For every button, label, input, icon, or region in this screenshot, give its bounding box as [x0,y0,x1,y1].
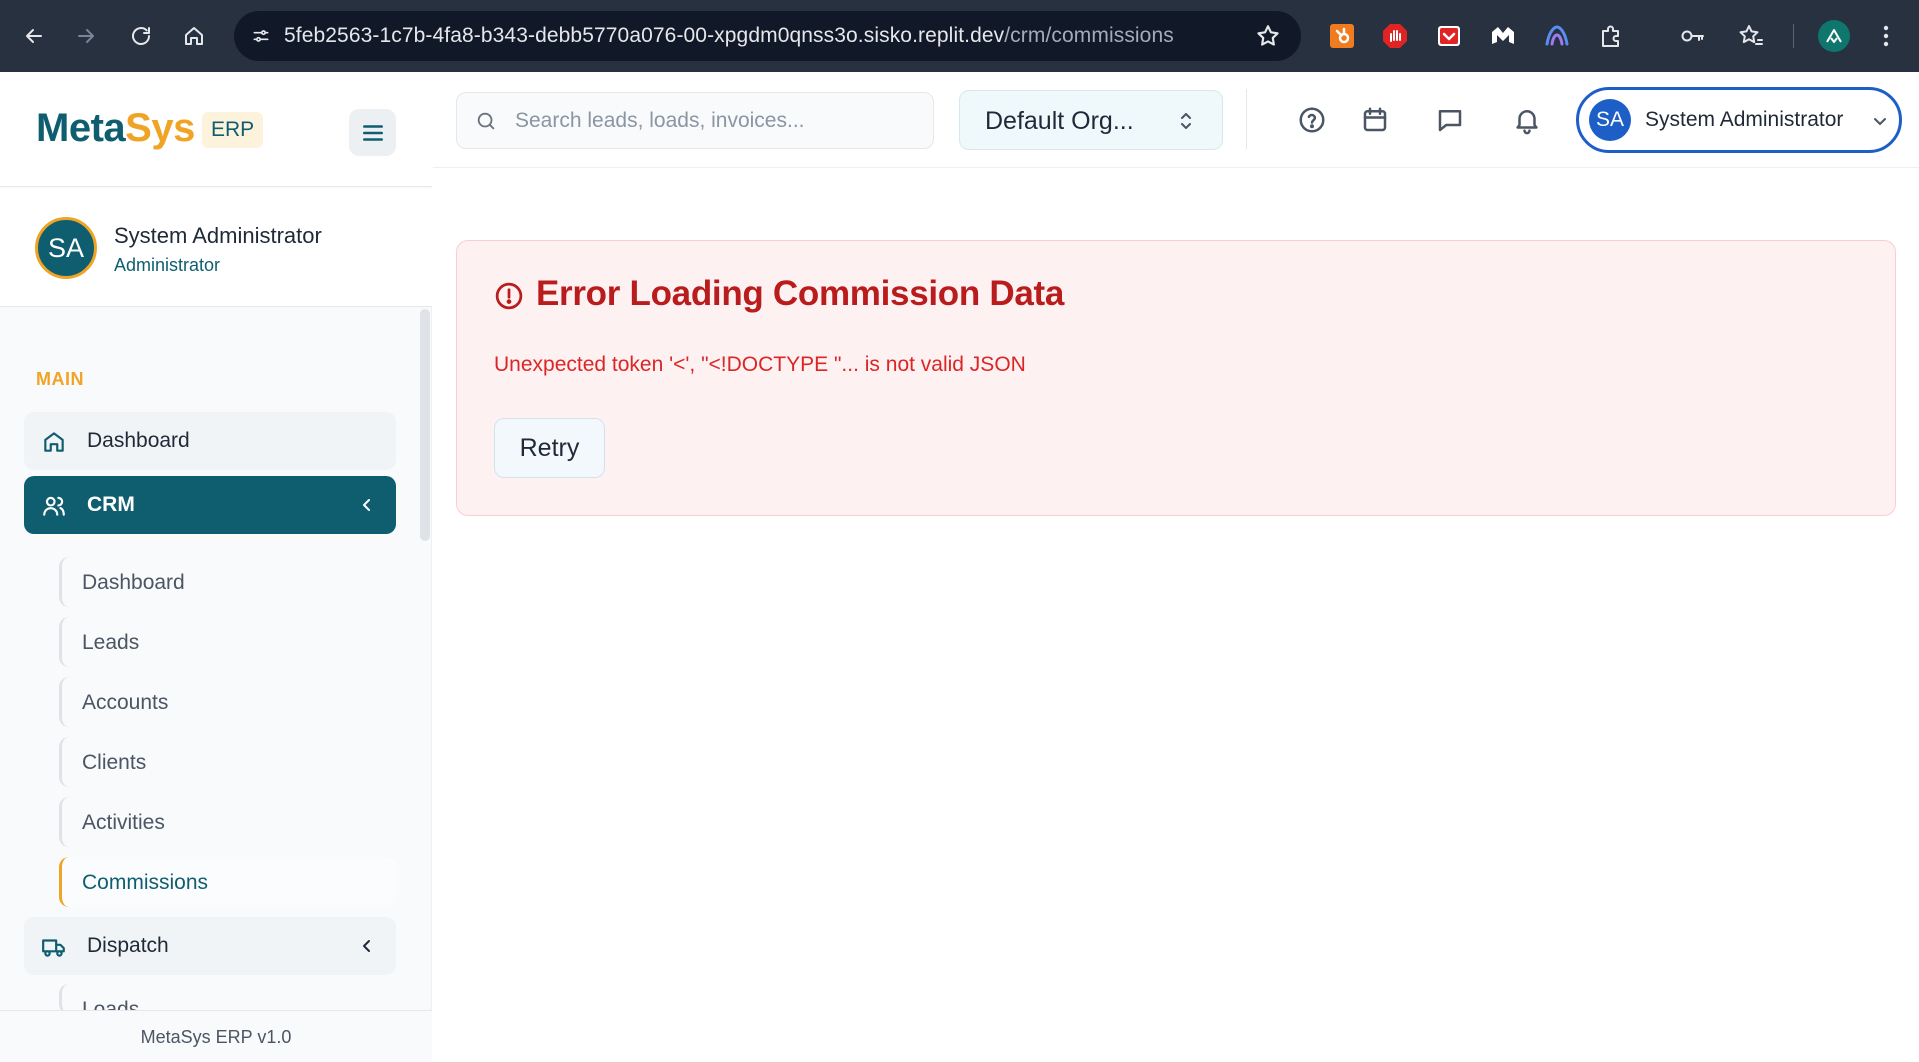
bookmark-star-icon[interactable] [1255,23,1281,49]
sidebar-item-crm[interactable]: CRM [24,476,396,534]
reading-list-button[interactable] [1734,20,1766,52]
sidebar-subitem-activities[interactable]: Activities [59,797,396,847]
retry-button[interactable]: Retry [494,418,605,478]
sidebar-subitem-label: Clients [82,751,147,774]
extension-malwarebytes[interactable] [1487,20,1519,52]
sidebar-subitem-label: Leads [82,631,140,654]
browser-profile-button[interactable] [1818,20,1850,52]
sidebar-subitem-commissions[interactable]: Commissions [59,857,396,907]
home-icon [44,432,64,452]
brand-badge: ERP [202,112,264,148]
messages-button[interactable] [1433,103,1467,137]
home-button[interactable] [174,16,214,56]
search-input[interactable] [515,107,915,135]
error-alert: Error Loading Commission Data Unexpected… [456,240,1896,516]
organization-select-value: Default Org... [985,107,1134,135]
hubspot-icon [1330,24,1354,48]
arrow-left-icon [26,29,42,43]
search-box[interactable] [456,92,934,149]
sidebar-subitem-clients[interactable]: Clients [59,737,396,787]
more-vert-icon[interactable] [1876,20,1896,52]
url-path: /crm/commissions [1004,24,1174,47]
extension-hubspot[interactable] [1326,20,1358,52]
app-header: Default Org... SA System Administrator [433,72,1919,168]
brand-name-part1: Meta [36,106,126,150]
sidebar-item-label: Dashboard [87,429,190,452]
user-menu-name: System Administrator [1645,108,1844,131]
sidebar: MetaSys ERP SA System Administrator Admi… [0,72,432,1062]
forward-button[interactable] [66,16,106,56]
profile-logo-icon [1826,29,1842,43]
chevron-left-icon [363,940,370,952]
key-icon [1681,30,1704,42]
calendar-button[interactable] [1358,103,1392,137]
sidebar-scrollbar[interactable] [420,309,430,541]
sidebar-toggle-button[interactable] [349,109,396,156]
sidebar-subitem-crm-dashboard[interactable]: Dashboard [59,557,396,607]
help-circle-icon [1299,107,1325,133]
pocket-icon [1438,26,1460,46]
users-icon [43,496,65,516]
brand-logo[interactable]: MetaSys [36,106,195,151]
truck-icon [42,939,65,957]
sidebar-subitem-label: Accounts [82,691,169,714]
browser-toolbar: 5feb2563-1c7b-4fa8-b343-debb5770a076-00-… [0,0,1919,72]
user-name: System Administrator [114,223,322,248]
notifications-button[interactable] [1510,103,1544,137]
home-icon [185,27,203,45]
organization-select[interactable]: Default Org... [959,90,1223,150]
brand-bar: MetaSys ERP [0,72,432,187]
chevron-up-down-icon [1181,113,1191,129]
error-message: Unexpected token '<', "<!DOCTYPE "... is… [494,353,1026,376]
site-info-button[interactable] [244,19,278,53]
arc-icon [1545,25,1569,46]
sidebar-subitem-label: Dashboard [82,571,185,594]
extension-pocket[interactable] [1433,20,1465,52]
sidebar-subitem-leads[interactable]: Leads [59,617,396,667]
calendar-icon [1363,107,1387,132]
extension-adblock[interactable] [1379,20,1411,52]
sidebar-user-card: SA System Administrator Administrator [0,188,432,307]
chevron-left-icon [363,499,370,511]
user-role: Administrator [114,255,221,275]
user-menu-button[interactable]: SA System Administrator [1576,87,1902,153]
help-button[interactable] [1295,103,1329,137]
section-label-main: MAIN [36,369,84,389]
address-bar[interactable]: 5feb2563-1c7b-4fa8-b343-debb5770a076-00-… [234,11,1301,61]
sidebar-item-dashboard[interactable]: Dashboard [24,412,396,470]
message-icon [1438,110,1462,132]
site-settings-icon [253,30,269,42]
sidebar-item-label: CRM [87,493,135,516]
sidebar-subitem-label: Activities [82,811,165,834]
sidebar-subitem-label: Commissions [82,871,209,894]
arrow-right-icon [78,29,94,43]
url-host: 5feb2563-1c7b-4fa8-b343-debb5770a076-00-… [284,24,1005,47]
sidebar-footer: MetaSys ERP v1.0 [0,1010,432,1062]
back-button[interactable] [14,16,54,56]
password-manager-button[interactable] [1676,20,1708,52]
bell-icon [1516,110,1538,135]
brand-name-part2: Sys [125,106,195,150]
malwarebytes-icon [1492,27,1514,44]
sidebar-item-dispatch[interactable]: Dispatch [24,917,396,975]
avatar: SA [1589,99,1631,141]
url-text[interactable]: 5feb2563-1c7b-4fa8-b343-debb5770a076-00-… [284,24,1174,48]
search-icon [477,112,495,130]
alert-circle-icon [495,282,523,310]
header-divider [1246,89,1247,149]
puzzle-icon [1602,25,1619,47]
error-title: Error Loading Commission Data [536,274,1065,313]
chevron-down-icon [1874,118,1886,125]
toolbar-divider [1793,24,1794,48]
menu-icon [362,124,383,141]
star-list-icon [1739,25,1763,45]
avatar: SA [35,217,97,279]
sidebar-item-label: Dispatch [87,934,169,957]
extensions-menu-button[interactable] [1596,20,1628,52]
sidebar-subitem-accounts[interactable]: Accounts [59,677,396,727]
reload-icon [132,27,150,45]
extension-arc[interactable] [1541,20,1573,52]
stop-hand-icon [1383,24,1407,48]
reload-button[interactable] [121,16,161,56]
